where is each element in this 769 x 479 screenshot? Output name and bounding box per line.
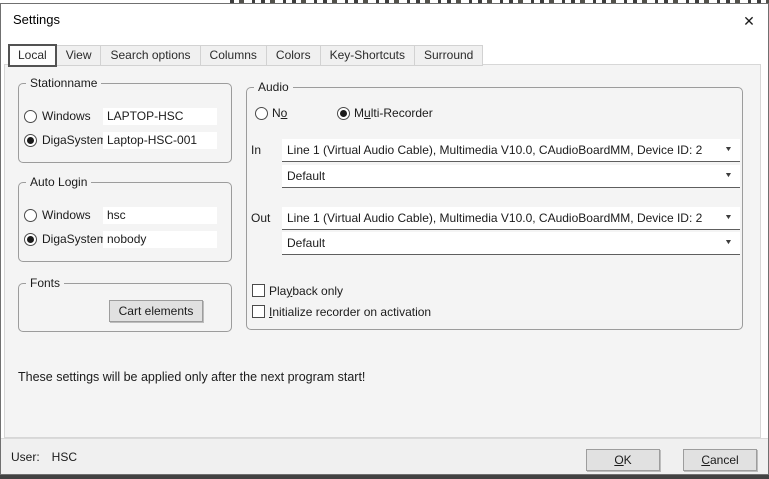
initialize-recorder-checkbox[interactable] [252,305,265,318]
tab-strip: Local View Search options Columns Colors… [8,42,482,66]
audio-out-channel-value: Default [287,232,716,254]
auto-login-windows-radio[interactable] [24,209,37,222]
auto-login-digasystem-radio[interactable] [24,233,37,246]
stationname-digasystem-label[interactable]: DigaSystem [42,133,107,148]
close-icon[interactable]: ✕ [736,8,762,34]
tab-local[interactable]: Local [8,44,57,67]
restart-note: These settings will be applied only afte… [18,370,365,384]
audio-out-label: Out [251,211,270,226]
screen: Settings ✕ Local View Search options Col… [0,0,769,479]
stationname-windows-radio[interactable] [24,110,37,123]
background-app-strip-bottom [0,475,769,479]
audio-in-channel-value: Default [287,165,716,187]
stationname-group-legend: Stationname [26,76,101,91]
audio-group-legend: Audio [254,80,293,95]
auto-login-windows-field[interactable]: hsc [103,207,217,224]
audio-in-label: In [251,143,261,158]
fonts-group-legend: Fonts [26,276,64,291]
audio-in-device-dropdown[interactable]: Line 1 (Virtual Audio Cable), Multimedia… [282,139,740,162]
cart-elements-button[interactable]: Cart elements [109,300,203,322]
playback-only-label[interactable]: Playback only [269,284,343,299]
chevron-down-icon: ▼ [724,172,733,179]
stationname-windows-label[interactable]: Windows [42,109,91,124]
fonts-group: Fonts Cart elements [18,283,232,332]
stationname-windows-field[interactable]: LAPTOP-HSC [103,108,217,125]
user-value: HSC [52,450,77,464]
audio-out-device-dropdown[interactable]: Line 1 (Virtual Audio Cable), Multimedia… [282,207,740,230]
tab-search-options[interactable]: Search options [100,45,200,66]
user-label: User: [11,450,40,464]
audio-multi-recorder-label[interactable]: Multi-Recorder [354,106,433,121]
window-title: Settings [13,12,60,27]
audio-no-label[interactable]: No [272,106,287,121]
chevron-down-icon: ▼ [724,214,733,221]
tab-surround[interactable]: Surround [414,45,483,66]
tab-key-shortcuts[interactable]: Key-Shortcuts [320,45,415,66]
stationname-group: Stationname Windows LAPTOP-HSC DigaSyste… [18,83,232,163]
stationname-digasystem-radio[interactable] [24,134,37,147]
chevron-down-icon: ▼ [724,146,733,153]
cancel-button[interactable]: Cancel [683,449,757,471]
audio-out-channel-dropdown[interactable]: Default ▼ [282,232,740,255]
initialize-recorder-label[interactable]: Initialize recorder on activation [269,305,431,320]
audio-out-device-value: Line 1 (Virtual Audio Cable), Multimedia… [287,207,716,229]
tab-columns[interactable]: Columns [200,45,267,66]
playback-only-checkbox[interactable] [252,284,265,297]
user-row: User: HSC [11,450,77,464]
audio-multi-recorder-radio[interactable] [337,107,350,120]
ok-button[interactable]: OK [586,449,660,471]
stationname-digasystem-field[interactable]: Laptop-HSC-001 [103,132,217,149]
settings-dialog: Settings ✕ Local View Search options Col… [0,3,769,475]
local-tab-page: Stationname Windows LAPTOP-HSC DigaSyste… [4,64,761,438]
audio-no-radio[interactable] [255,107,268,120]
chevron-down-icon: ▼ [724,239,733,246]
audio-in-channel-dropdown[interactable]: Default ▼ [282,165,740,188]
auto-login-windows-label[interactable]: Windows [42,208,91,223]
auto-login-group: Auto Login Windows hsc DigaSystem nobody [18,182,232,262]
auto-login-digasystem-label[interactable]: DigaSystem [42,232,107,247]
auto-login-group-legend: Auto Login [26,175,91,190]
tab-view[interactable]: View [56,45,102,66]
tab-colors[interactable]: Colors [266,45,321,66]
auto-login-digasystem-field[interactable]: nobody [103,231,217,248]
audio-group: Audio No Multi-Recorder In Line 1 (Virtu… [246,87,743,330]
audio-in-device-value: Line 1 (Virtual Audio Cable), Multimedia… [287,139,716,161]
